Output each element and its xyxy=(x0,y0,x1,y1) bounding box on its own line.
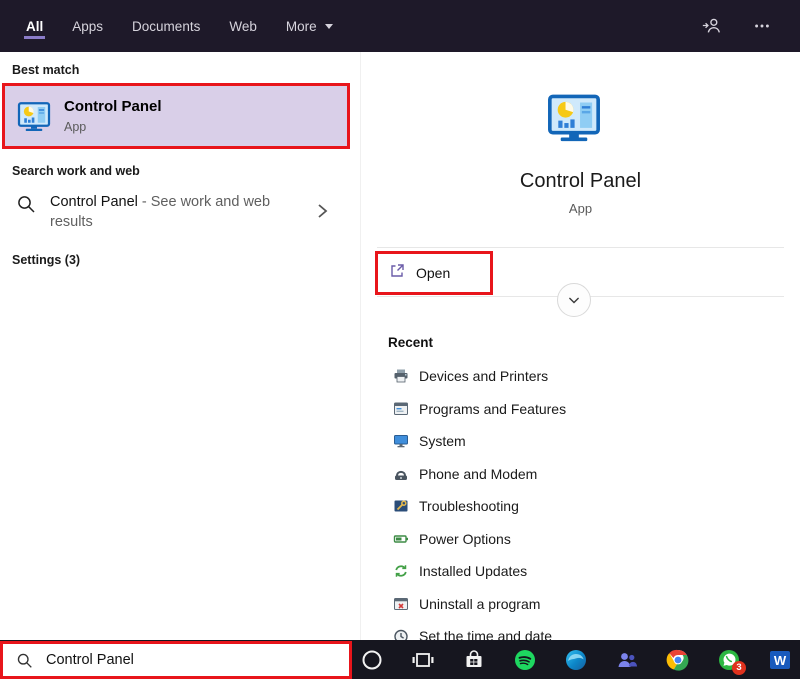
store-icon[interactable] xyxy=(462,648,486,672)
cortana-icon[interactable] xyxy=(360,648,384,672)
preview-app-title: Control Panel xyxy=(361,170,800,193)
power-icon xyxy=(393,531,409,547)
list-item-label: Power Options xyxy=(419,531,511,547)
list-item-label: Troubleshooting xyxy=(419,498,519,514)
tab-more-label: More xyxy=(286,19,317,34)
topbar-actions xyxy=(700,0,800,52)
preview-app-subtitle: App xyxy=(361,201,800,216)
spotify-icon[interactable] xyxy=(513,648,537,672)
filter-tabs: All Apps Documents Web More xyxy=(0,0,362,52)
open-button[interactable]: Open xyxy=(375,251,493,295)
tab-documents[interactable]: Documents xyxy=(132,0,200,52)
best-match-title: Control Panel xyxy=(64,98,162,115)
time-icon xyxy=(393,628,409,640)
recent-list: Devices and Printers Programs and Featur… xyxy=(361,360,800,640)
whatsapp-icon[interactable]: 3 xyxy=(717,648,741,672)
edge-icon[interactable] xyxy=(564,648,588,672)
programs-icon xyxy=(393,401,409,417)
web-search-suggestion[interactable]: Control Panel - See work and web results xyxy=(0,188,352,240)
suggestion-query: Control Panel xyxy=(50,194,138,210)
notification-badge: 3 xyxy=(732,661,746,675)
list-item[interactable]: Phone and Modem xyxy=(361,458,800,491)
open-icon xyxy=(389,263,405,284)
list-item[interactable]: Troubleshooting xyxy=(361,490,800,523)
list-item-label: Uninstall a program xyxy=(419,596,540,612)
teams-icon[interactable] xyxy=(615,648,639,672)
tab-more[interactable]: More xyxy=(286,0,333,52)
system-icon xyxy=(393,433,409,449)
printer-icon xyxy=(393,368,409,384)
taskbar-icons: 3 W xyxy=(360,640,792,679)
list-item[interactable]: Programs and Features xyxy=(361,393,800,426)
settings-header: Settings (3) xyxy=(12,253,80,267)
best-match-text: Control Panel App xyxy=(64,98,162,134)
tab-apps[interactable]: Apps xyxy=(72,0,103,52)
chevron-down-icon xyxy=(564,290,584,310)
list-item-label: Devices and Printers xyxy=(419,368,548,384)
search-icon xyxy=(16,652,33,669)
best-match-header: Best match xyxy=(12,63,79,77)
word-icon[interactable]: W xyxy=(768,648,792,672)
svg-text:W: W xyxy=(774,653,787,668)
chrome-icon[interactable] xyxy=(666,648,690,672)
troubleshooting-icon xyxy=(393,498,409,514)
task-view-icon[interactable] xyxy=(411,648,435,672)
search-input[interactable]: Control Panel xyxy=(0,641,352,679)
search-icon xyxy=(16,194,36,214)
control-panel-icon-large xyxy=(545,88,603,146)
windows-search-screen: All Apps Documents Web More Best match C… xyxy=(0,0,800,679)
sign-in-icon[interactable] xyxy=(700,14,724,38)
list-item[interactable]: System xyxy=(361,425,800,458)
chevron-right-icon xyxy=(316,201,328,221)
tab-web[interactable]: Web xyxy=(229,0,257,52)
list-item-label: Set the time and date xyxy=(419,628,552,640)
expand-actions-button[interactable] xyxy=(557,283,591,317)
search-filter-bar: All Apps Documents Web More xyxy=(0,0,800,52)
search-results-panel: Best match Control Panel App Search work… xyxy=(0,52,360,640)
recent-header: Recent xyxy=(388,335,433,350)
chevron-down-icon xyxy=(325,24,333,29)
list-item[interactable]: Devices and Printers xyxy=(361,360,800,393)
preview-panel: Control Panel App Open Recent Devices an… xyxy=(360,52,800,640)
list-item-label: System xyxy=(419,433,466,449)
list-item[interactable]: Installed Updates xyxy=(361,555,800,588)
list-item-label: Installed Updates xyxy=(419,563,527,579)
open-button-label: Open xyxy=(416,265,450,281)
search-input-value: Control Panel xyxy=(46,652,134,668)
search-web-header: Search work and web xyxy=(12,164,140,178)
uninstall-icon xyxy=(393,596,409,612)
best-match-result[interactable]: Control Panel App xyxy=(2,83,350,149)
suggestion-text: Control Panel - See work and web results xyxy=(50,192,302,232)
more-options-icon[interactable] xyxy=(750,14,774,38)
list-item[interactable]: Power Options xyxy=(361,523,800,556)
list-item-label: Programs and Features xyxy=(419,401,566,417)
list-item[interactable]: Set the time and date xyxy=(361,620,800,640)
phone-icon xyxy=(393,466,409,482)
tab-all[interactable]: All xyxy=(26,0,43,52)
list-item[interactable]: Uninstall a program xyxy=(361,588,800,621)
divider xyxy=(377,247,784,248)
best-match-subtitle: App xyxy=(64,120,162,134)
updates-icon xyxy=(393,563,409,579)
control-panel-icon xyxy=(16,98,52,134)
list-item-label: Phone and Modem xyxy=(419,466,537,482)
